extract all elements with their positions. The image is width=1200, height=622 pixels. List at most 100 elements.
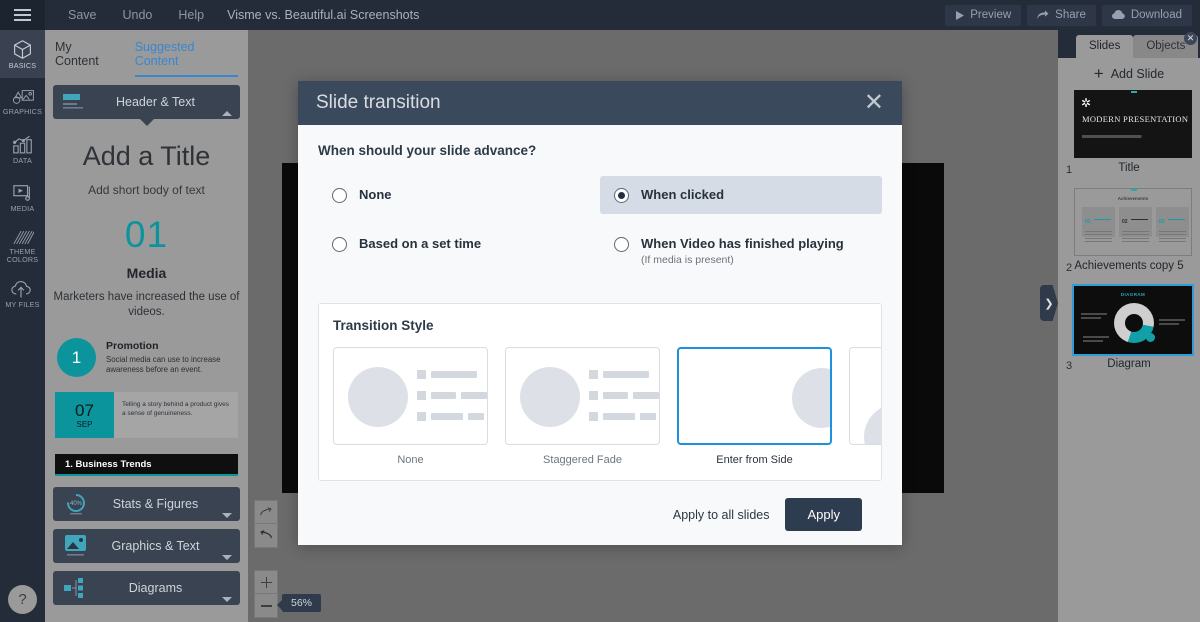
style-card-staggered-fade[interactable]: Staggered Fade xyxy=(505,347,660,466)
download-button[interactable]: Download xyxy=(1101,4,1192,26)
slide2-cell: 03 xyxy=(1156,207,1189,242)
chevron-down-icon[interactable] xyxy=(222,555,232,560)
redo-arrow-icon xyxy=(260,506,272,515)
rail-item-graphics[interactable]: GRAPHICS xyxy=(0,78,45,126)
radio-option-video-finished[interactable]: When Video has finished playing (If medi… xyxy=(600,225,882,277)
apply-button[interactable]: Apply xyxy=(785,498,862,531)
slide-thumbnail-1[interactable]: ✲ MODERN PRESENTATION 1 Title xyxy=(1066,90,1192,176)
zoom-in-button[interactable] xyxy=(254,570,278,594)
gear-icon: ✲ xyxy=(1081,96,1092,110)
add-slide-button[interactable]: + Add Slide xyxy=(1058,58,1200,90)
style-card-enter-partial[interactable]: Ent xyxy=(849,347,881,466)
slide3-text-line xyxy=(1083,336,1109,338)
rail-item-theme-colors[interactable]: THEME COLORS xyxy=(0,222,45,270)
date-card-day: 07 xyxy=(75,400,94,420)
chevron-up-icon[interactable] xyxy=(222,111,232,116)
slide2-cell-number: 01 xyxy=(1085,219,1091,225)
redo-button[interactable] xyxy=(254,500,278,524)
close-icon[interactable]: ✕ xyxy=(1184,32,1197,45)
slide-thumb-image: DIAGRAM xyxy=(1072,284,1194,356)
promotion-heading: Promotion xyxy=(106,340,159,352)
slide3-text-line xyxy=(1159,319,1185,321)
zoom-out-button[interactable] xyxy=(254,594,278,618)
share-label: Share xyxy=(1055,9,1086,21)
style-label: Staggered Fade xyxy=(543,454,622,466)
mock-circle-shape xyxy=(792,368,830,428)
slide-number: 2 xyxy=(1066,262,1073,274)
mock-circle-shape xyxy=(520,367,580,427)
dialog-footer: Apply to all slides Apply xyxy=(318,481,882,531)
share-button[interactable]: Share xyxy=(1027,4,1096,26)
share-arrow-icon xyxy=(1037,10,1049,19)
help-button[interactable]: ? xyxy=(8,585,37,614)
cloud-download-icon xyxy=(1111,10,1125,19)
business-trends-bar[interactable]: 1. Business Trends xyxy=(55,454,238,476)
add-slide-label: Add Slide xyxy=(1110,67,1165,81)
mock-circle-shape xyxy=(348,367,408,427)
menu-item-save[interactable]: Save xyxy=(55,0,110,30)
graphics-text-card[interactable]: Graphics & Text xyxy=(53,529,240,563)
tab-suggested-content[interactable]: Suggested Content xyxy=(134,40,238,77)
date-card[interactable]: 07 SEP Telling a story behind a product … xyxy=(55,392,238,438)
preview-title: Add a Title xyxy=(82,141,211,171)
header-text-card[interactable]: Header & Text xyxy=(53,85,240,126)
undo-button[interactable] xyxy=(254,524,278,548)
rail-item-my-files[interactable]: MY FILES xyxy=(0,270,45,318)
preview-number-label: Media xyxy=(126,265,167,281)
menu-item-undo[interactable]: Undo xyxy=(110,0,166,30)
hamburger-icon xyxy=(14,9,31,21)
chevron-down-icon[interactable] xyxy=(222,597,232,602)
slide-thumbnail-2[interactable]: Achievements 01 02 03 2 Achievements cop… xyxy=(1066,188,1192,274)
close-icon[interactable]: ✕ xyxy=(864,91,884,115)
slide2-cell-number: 03 xyxy=(1159,219,1165,225)
visme-editor-window: Save Undo Help Visme vs. Beautiful.ai Sc… xyxy=(0,0,1200,622)
tab-my-content[interactable]: My Content xyxy=(55,40,117,77)
chevron-down-icon[interactable] xyxy=(222,513,232,518)
top-menu: Save Undo Help xyxy=(55,0,217,30)
menu-item-help[interactable]: Help xyxy=(165,0,217,30)
rail-item-data[interactable]: DATA xyxy=(0,126,45,174)
menu-button[interactable] xyxy=(0,0,45,30)
promotion-block[interactable]: 1 Promotion Social media can use to incr… xyxy=(45,320,248,377)
radio-indicator xyxy=(614,188,629,203)
promotion-badge: 1 xyxy=(57,338,96,377)
slide3-text-line xyxy=(1081,313,1107,315)
style-thumb xyxy=(677,347,832,445)
video-icon xyxy=(12,185,30,201)
date-card-text: Telling a story behind a product gives a… xyxy=(122,401,229,417)
content-preview[interactable]: Add a Title Add short body of text 01 Me… xyxy=(45,119,248,320)
slide-caption: Diagram xyxy=(1107,358,1151,370)
graphics-text-label: Graphics & Text xyxy=(111,539,200,553)
rail-item-media[interactable]: MEDIA xyxy=(0,174,45,222)
play-icon xyxy=(956,10,965,20)
radio-label: None xyxy=(359,187,392,202)
dialog-header: Slide transition ✕ xyxy=(298,81,902,125)
right-panel-tabs: Slides Objects ✕ xyxy=(1058,30,1200,58)
diagrams-card[interactable]: Diagrams xyxy=(53,571,240,605)
cube-icon xyxy=(14,39,31,59)
zoom-level-badge: 56% xyxy=(276,594,322,612)
slide-number: 1 xyxy=(1066,164,1073,176)
slide2-heading: Achievements xyxy=(1117,196,1149,201)
rail-label-graphics: GRAPHICS xyxy=(2,107,43,116)
style-card-enter-from-side[interactable]: Enter from Side xyxy=(677,347,832,466)
slide-transition-dialog: Slide transition ✕ When should your slid… xyxy=(298,81,902,545)
style-label: None xyxy=(397,454,424,466)
transition-style-section: Transition Style None Staggered Fade Ent… xyxy=(318,303,882,481)
tab-slides[interactable]: Slides xyxy=(1076,35,1134,58)
radio-option-set-time[interactable]: Based on a set time xyxy=(318,225,600,277)
slide3-text-line xyxy=(1159,323,1179,325)
style-card-none[interactable]: None xyxy=(333,347,488,466)
suggested-content-panel: My Content Suggested Content Header & Te… xyxy=(45,30,248,622)
preview-button[interactable]: Preview xyxy=(945,4,1022,26)
rail-item-basics[interactable]: BASICS xyxy=(0,30,45,78)
slide-thumbnail-3[interactable]: DIAGRAM 3 Diagram xyxy=(1066,284,1194,372)
apply-to-all-slides-button[interactable]: Apply to all slides xyxy=(673,508,770,522)
stats-figures-card[interactable]: 40% Stats & Figures xyxy=(53,487,240,521)
plus-icon: + xyxy=(1093,64,1104,83)
radio-option-when-clicked[interactable]: When clicked xyxy=(600,176,882,214)
document-title[interactable]: Visme vs. Beautiful.ai Screenshots xyxy=(227,0,419,30)
rail-label-basics: BASICS xyxy=(8,60,37,70)
style-label: Ent xyxy=(849,454,881,466)
radio-option-none[interactable]: None xyxy=(318,176,600,214)
